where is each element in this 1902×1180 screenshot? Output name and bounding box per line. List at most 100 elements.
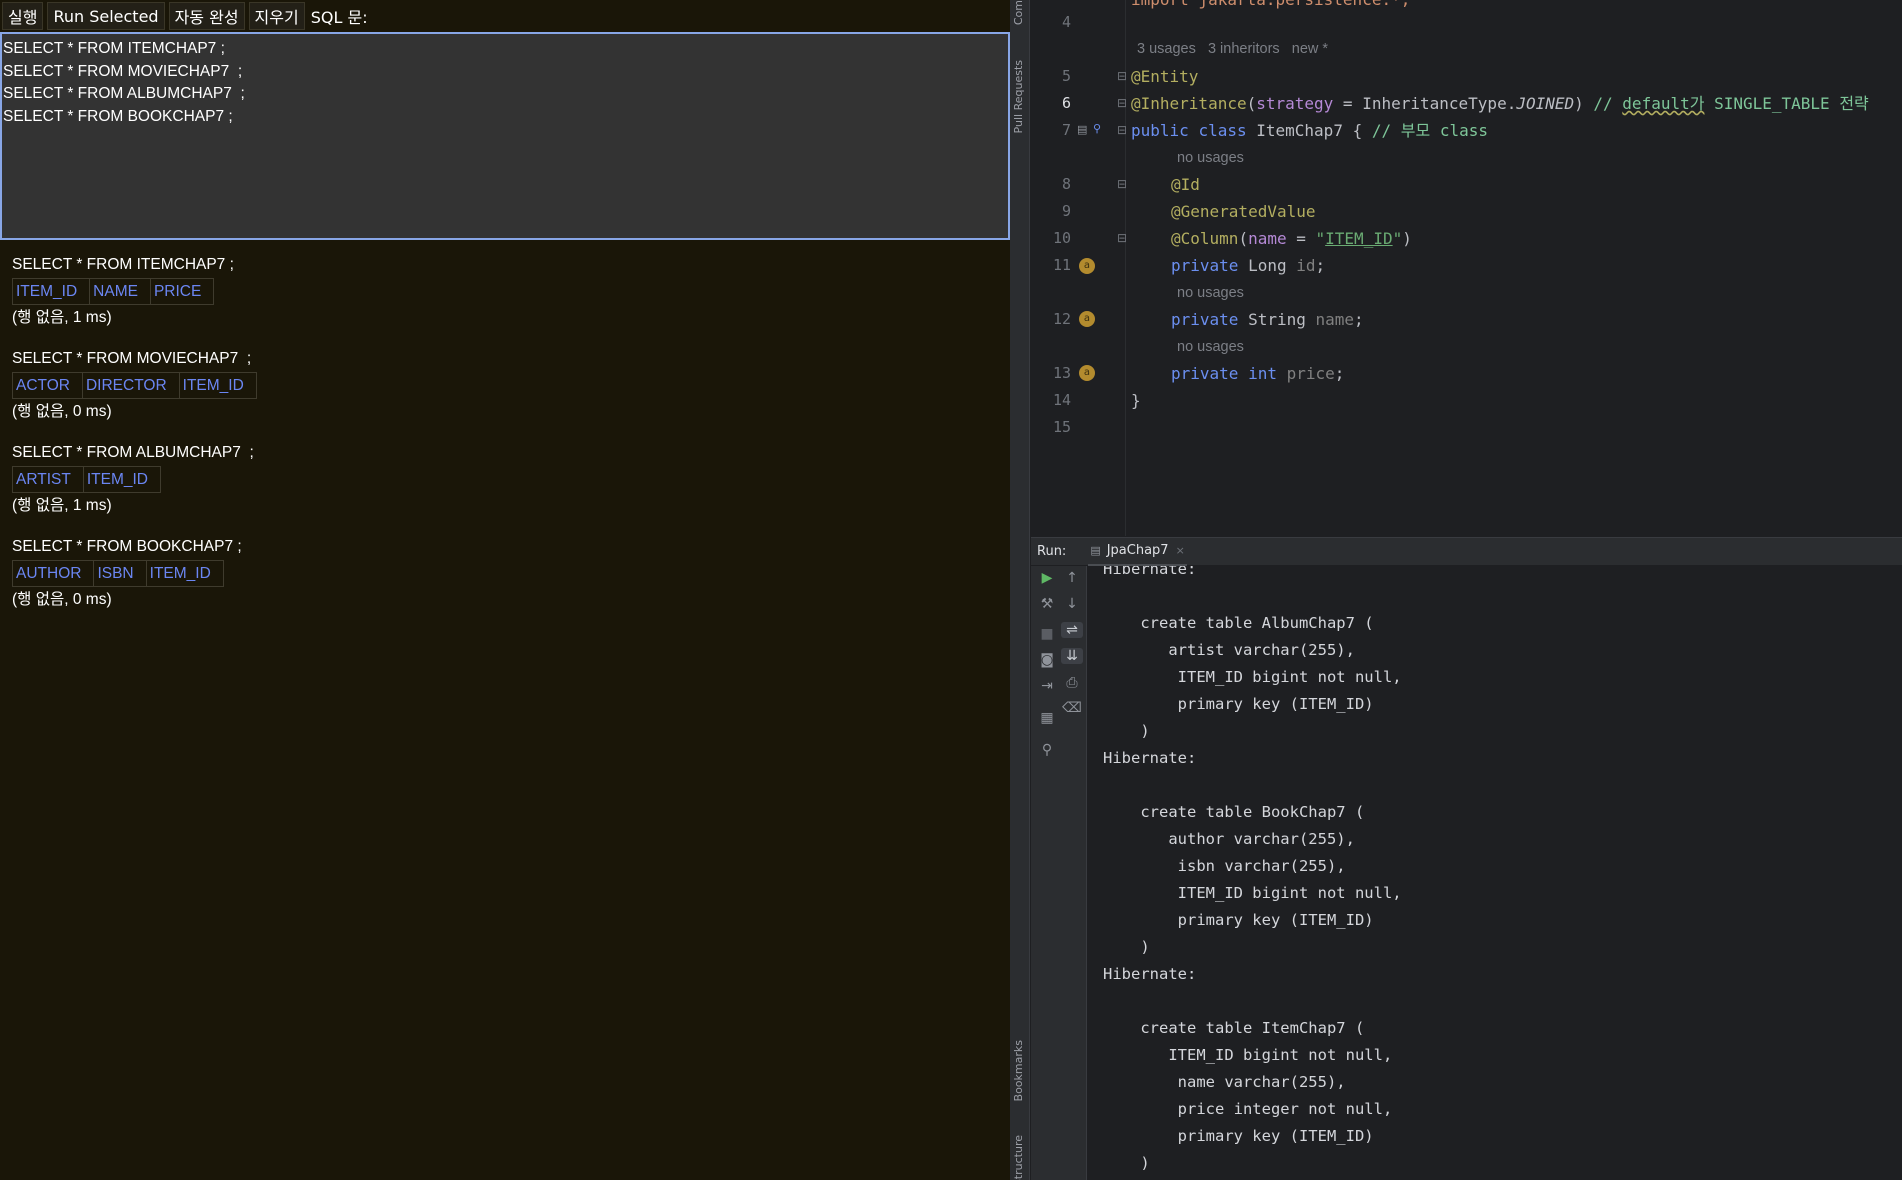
column-header[interactable]: ACTOR <box>12 372 83 399</box>
result-table: ACTOR DIRECTOR ITEM_ID <box>12 372 257 399</box>
fold-icon[interactable]: ⊟ <box>1117 123 1127 137</box>
fold-icon[interactable]: ⊟ <box>1117 69 1127 83</box>
run-button[interactable]: 실행 <box>2 2 44 30</box>
autocomplete-button[interactable]: 자동 완성 <box>168 2 245 30</box>
database-icon[interactable]: ▤ <box>1077 123 1087 136</box>
console-line: create table ItemChap7 ( <box>1103 1019 1365 1037</box>
wrench-icon[interactable]: ⚒ <box>1036 596 1058 612</box>
column-header[interactable]: ITEM_ID <box>82 466 162 493</box>
fold-icon[interactable]: ⊟ <box>1117 177 1127 191</box>
result-query: SELECT * FROM BOOKCHAP7 ; <box>12 538 242 555</box>
console-tab-icon: ▤ <box>1090 544 1101 557</box>
author-hint[interactable]: new * <box>1292 41 1328 57</box>
inheritors-icon[interactable]: ⚲ <box>1093 122 1101 135</box>
stop-icon[interactable]: ■ <box>1036 626 1058 642</box>
import-statement: import jakarta.persistence.*; <box>1131 0 1410 9</box>
name-field: name <box>1315 310 1355 329</box>
commit-tab[interactable]: Com <box>1012 0 1025 25</box>
column-header[interactable]: NAME <box>89 278 151 305</box>
code-area[interactable]: import jakarta.persistence.*; 3 usages 3… <box>1131 0 1901 536</box>
console-line: ) <box>1103 938 1150 956</box>
usages-hint[interactable]: 3 usages <box>1137 41 1196 57</box>
column-header[interactable]: ITEM_ID <box>145 560 224 587</box>
string-type: String <box>1248 310 1306 329</box>
console-line: Hibernate: <box>1103 965 1206 983</box>
print-icon[interactable]: ⎙ <box>1061 675 1083 691</box>
trash-icon[interactable]: ⌫ <box>1061 700 1083 716</box>
fold-icon[interactable]: ⊟ <box>1117 96 1127 110</box>
comment-text: SINGLE_TABLE 전략 <box>1704 94 1869 113</box>
result-block-bookchap7: SELECT * FROM BOOKCHAP7 ; AUTHOR ISBN IT… <box>11 534 1002 613</box>
code-line: @Inheritance(strategy = InheritanceType.… <box>1131 94 1869 113</box>
console-line: price integer not null, <box>1103 1100 1393 1118</box>
result-query: SELECT * FROM ALBUMCHAP7 ; <box>12 444 254 461</box>
run-console-output[interactable]: Hibernate: create table AlbumChap7 ( art… <box>1089 566 1902 1180</box>
run-panel-header: Run: ▤ JpaChap7 × <box>1031 537 1902 566</box>
down-arrow-icon[interactable]: ↓ <box>1061 596 1083 612</box>
fold-icon[interactable]: ⊟ <box>1117 231 1127 245</box>
run-label: Run: <box>1037 544 1067 559</box>
usage-hints[interactable]: 3 usages 3 inheritors new * <box>1137 41 1328 57</box>
column-header[interactable]: AUTHOR <box>11 560 95 587</box>
close-icon[interactable]: × <box>1176 544 1185 557</box>
result-block-moviechap7: SELECT * FROM MOVIECHAP7 ; ACTOR DIRECTO… <box>12 346 1002 425</box>
layout-icon[interactable]: ▦ <box>1036 710 1058 726</box>
console-line: primary key (ITEM_ID) <box>1103 911 1374 929</box>
result-status: (행 없음, 0 ms) <box>12 591 112 608</box>
bookmarks-tab[interactable]: Bookmarks <box>1012 1040 1025 1101</box>
result-status: (행 없음, 0 ms) <box>12 403 112 420</box>
sql-toolbar: 실행 Run Selected 자동 완성 지우기 SQL 문: <box>0 0 1010 32</box>
code-editor[interactable]: 4 5 6 7 8 9 10 11 12 13 14 15 ⊟ ⊟ ▤ ⚲ ⊟ … <box>1031 0 1902 536</box>
code-line: private Long id; <box>1171 256 1326 275</box>
code-line: @GeneratedValue <box>1171 198 1316 225</box>
line-number: 14 <box>1052 391 1071 409</box>
closing-brace: } <box>1131 391 1141 410</box>
code-line: @Entity <box>1131 63 1198 90</box>
pin-icon[interactable]: ⚲ <box>1036 742 1058 758</box>
no-usages-hint[interactable]: no usages <box>1177 285 1244 301</box>
bean-field-icon[interactable]: a <box>1079 258 1095 274</box>
run-config-tab[interactable]: ▤ JpaChap7 × <box>1088 538 1187 566</box>
scroll-to-end-icon[interactable]: ⇊ <box>1061 648 1083 664</box>
line-number: 15 <box>1052 418 1071 436</box>
column-header[interactable]: ISBN <box>93 560 147 587</box>
column-header[interactable]: ITEM_ID <box>11 278 91 305</box>
console-line: ITEM_ID bigint not null, <box>1103 668 1402 686</box>
code-line: public class ItemChap7 { // 부모 class <box>1131 117 1488 144</box>
console-line: Hibernate: <box>1103 566 1206 578</box>
console-line: create table BookChap7 ( <box>1103 803 1365 821</box>
console-line: primary key (ITEM_ID) <box>1103 695 1374 713</box>
no-usages-hint[interactable]: no usages <box>1177 150 1244 166</box>
column-header[interactable]: ITEM_ID <box>178 372 257 399</box>
column-header[interactable]: ARTIST <box>12 466 84 493</box>
price-field: price <box>1286 364 1335 383</box>
sql-line: SELECT * FROM ITEMCHAP7 ; <box>3 40 225 57</box>
id-annotation: @Id <box>1171 175 1200 194</box>
pull-requests-tab[interactable]: Pull Requests <box>1012 60 1025 133</box>
rerun-icon[interactable]: ▶ <box>1036 570 1058 586</box>
inheritance-annotation: @Inheritance <box>1131 94 1247 113</box>
column-header[interactable]: DIRECTOR <box>81 372 180 399</box>
code-line: private String name; <box>1171 310 1364 329</box>
console-line: primary key (ITEM_ID) <box>1103 1127 1374 1145</box>
equals-sign: = <box>1333 94 1363 113</box>
public-keyword: public <box>1131 121 1189 140</box>
inheritors-hint[interactable]: 3 inheritors <box>1208 41 1280 57</box>
clear-button[interactable]: 지우기 <box>248 2 305 30</box>
code-line: } <box>1131 387 1141 414</box>
up-arrow-icon[interactable]: ↑ <box>1061 570 1083 586</box>
run-selected-button[interactable]: Run Selected <box>47 2 165 30</box>
exit-icon[interactable]: ⇥ <box>1036 678 1058 694</box>
structure-tab[interactable]: Structure <box>1012 1135 1025 1180</box>
no-usages-hint[interactable]: no usages <box>1177 339 1244 355</box>
bean-field-icon[interactable]: a <box>1079 365 1095 381</box>
id-field: id <box>1296 256 1316 275</box>
sql-editor[interactable]: SELECT * FROM ITEMCHAP7 ; SELECT * FROM … <box>0 32 1010 240</box>
console-line: Hibernate: <box>1103 749 1206 767</box>
camera-icon[interactable]: ◙ <box>1036 652 1058 668</box>
soft-wrap-icon[interactable]: ⇌ <box>1061 622 1083 638</box>
result-table: ITEM_ID NAME PRICE <box>11 278 215 305</box>
code-line: import jakarta.persistence.*; <box>1131 0 1410 13</box>
column-header[interactable]: PRICE <box>149 278 215 305</box>
bean-field-icon[interactable]: a <box>1079 311 1095 327</box>
